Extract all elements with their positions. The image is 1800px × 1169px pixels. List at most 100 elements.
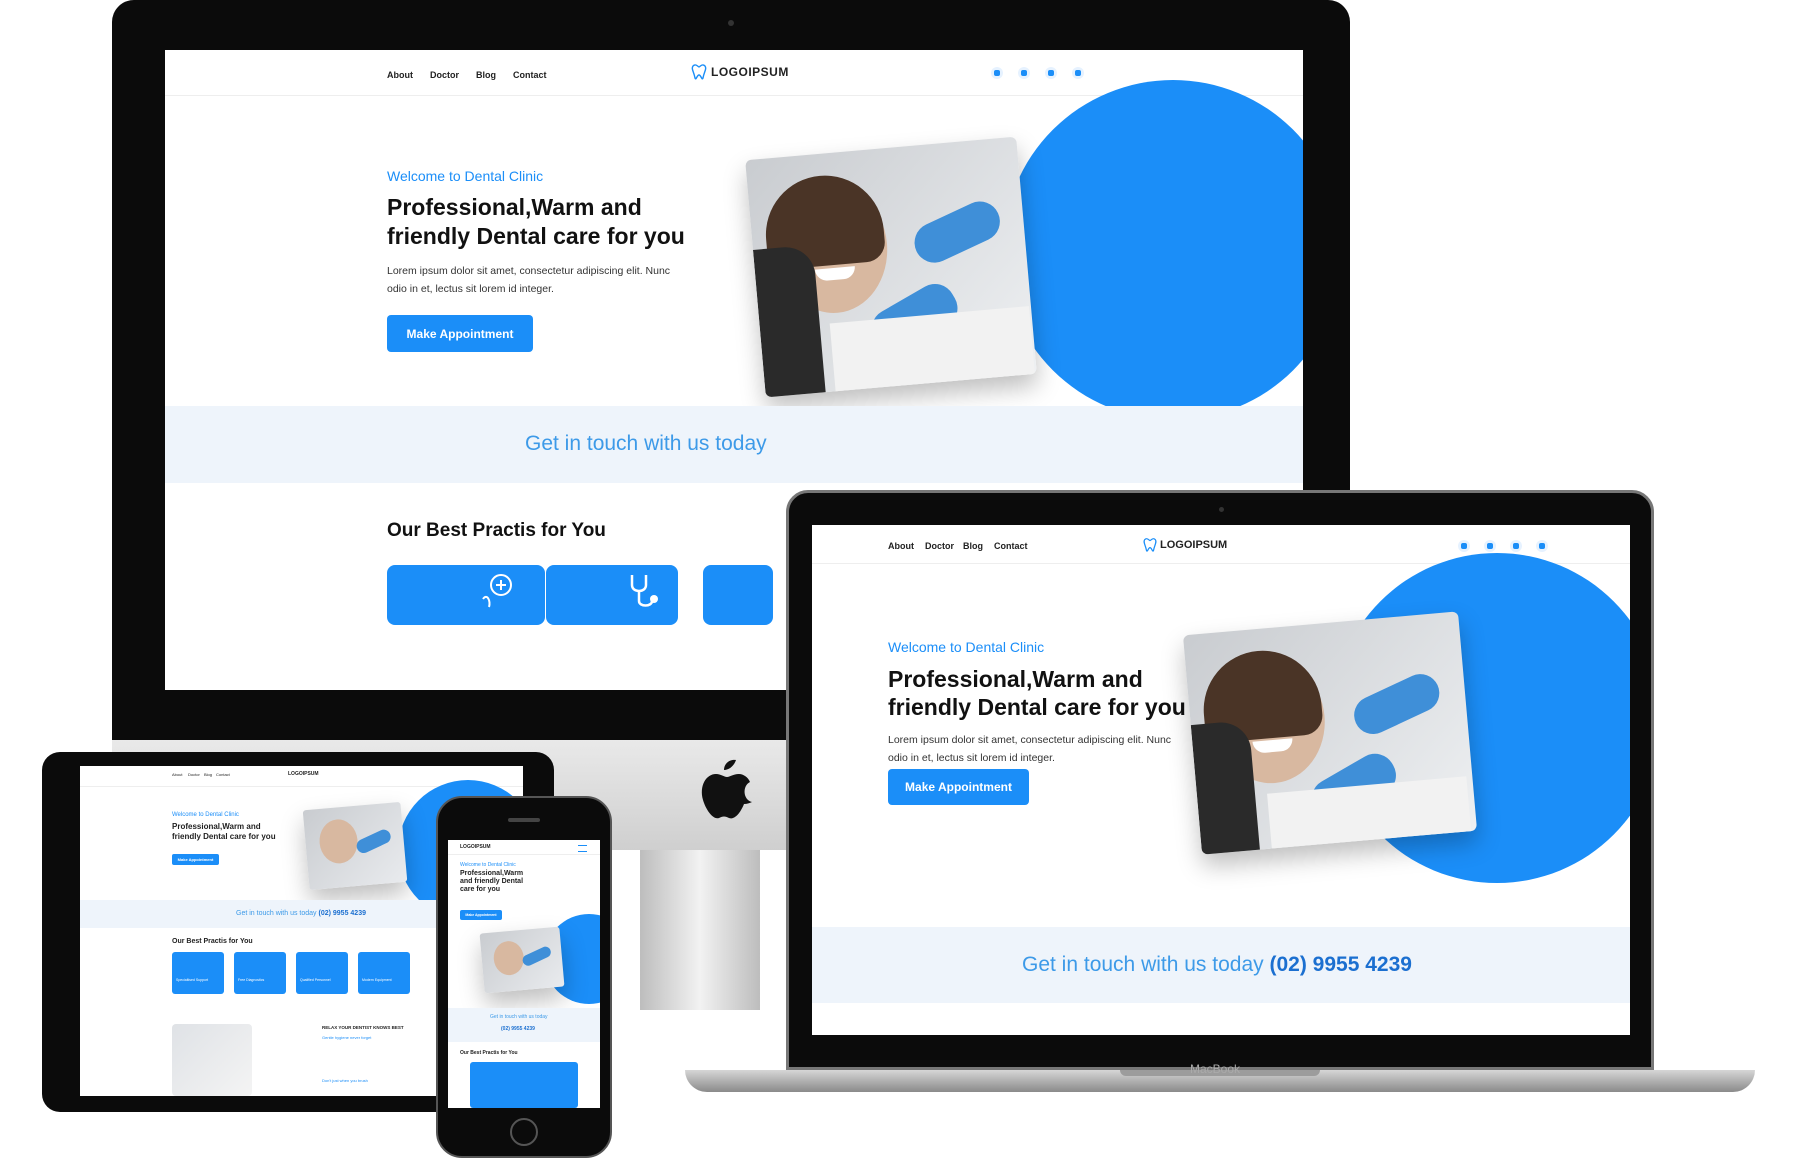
- laptop-logo-text[interactable]: LOGOIPSUM: [1160, 539, 1227, 551]
- tablet-hero-photo: [302, 801, 408, 891]
- practice-card-3[interactable]: [703, 565, 773, 625]
- phone-home-button[interactable]: [510, 1118, 538, 1146]
- tablet-relax-link-2[interactable]: Don't just when you brush: [322, 1078, 368, 1083]
- logo-text[interactable]: LOGOIPSUM: [711, 65, 789, 79]
- macbook-label: MacBook: [1190, 1062, 1241, 1076]
- make-appointment-button[interactable]: Make Appointment: [387, 315, 533, 352]
- tooth-icon: [691, 64, 707, 80]
- tablet-card-3-label: Qualified Personnel: [300, 978, 331, 982]
- menu-icon[interactable]: [578, 845, 587, 852]
- youtube-icon[interactable]: [1072, 67, 1084, 79]
- hero-photo: [745, 136, 1037, 398]
- tablet-hero-headline-1: Professional,Warm and: [172, 822, 261, 831]
- phone-make-appointment-button[interactable]: Make Appointment: [460, 910, 502, 920]
- laptop-hero-lead-1: Lorem ipsum dolor sit amet, consectetur …: [888, 734, 1172, 746]
- phone-device: LOGOIPSUM Welcome to Dental Clinic Profe…: [436, 796, 612, 1158]
- phone-contact-strip-text: Get in touch with us today: [490, 1014, 548, 1020]
- laptop-hero-photo: [1182, 611, 1478, 855]
- practice-card-1[interactable]: [387, 565, 545, 625]
- tablet-practice-card-3[interactable]: Qualified Personnel: [296, 952, 348, 994]
- laptop-instagram-icon[interactable]: [1458, 540, 1470, 552]
- macbook-screen: About Doctor Blog Contact LOGOIPSUM Welc…: [812, 525, 1630, 1035]
- tablet-relax-photo: [172, 1024, 252, 1096]
- laptop-youtube-icon[interactable]: [1536, 540, 1548, 552]
- imac-camera: [728, 20, 734, 26]
- tablet-relax-heading: RELAX YOUR DENTIST KNOWS BEST: [322, 1025, 404, 1030]
- facebook-icon[interactable]: [1018, 67, 1030, 79]
- tablet-patient-head: [317, 817, 360, 865]
- laptop-contact-strip: Get in touch with us today (02) 9955 423…: [812, 927, 1630, 1003]
- tablet-nav-blog[interactable]: Blog: [204, 772, 212, 777]
- tablet-practice-card-4[interactable]: Modern Equipment: [358, 952, 410, 994]
- tablet-nav-doctor[interactable]: Doctor: [188, 772, 200, 777]
- nav-about[interactable]: About: [387, 70, 413, 80]
- macbook-device: About Doctor Blog Contact LOGOIPSUM Welc…: [786, 490, 1654, 1070]
- hero-blue-shape: [1003, 80, 1303, 420]
- patient-bib: [829, 306, 1036, 394]
- laptop-nav-doctor[interactable]: Doctor: [925, 541, 954, 551]
- hero-headline-2: friendly Dental care for you: [387, 223, 685, 249]
- hero-lead-1: Lorem ipsum dolor sit amet, consectetur …: [387, 265, 671, 277]
- tablet-card-4-label: Modern Equipment: [362, 978, 392, 982]
- tablet-contact-strip-text: Get in touch with us today: [236, 910, 317, 917]
- tablet-contact-phone[interactable]: (02) 9955 4239: [319, 910, 366, 917]
- tablet-contact-strip-line: Get in touch with us today (02) 9955 423…: [236, 910, 366, 917]
- laptop-contact-strip-line: Get in touch with us today (02) 9955 423…: [1022, 953, 1412, 977]
- phone-practice-card[interactable]: [470, 1062, 578, 1108]
- phone-speaker: [508, 818, 540, 822]
- tablet-card-2-label: Free Diagnostics: [238, 978, 265, 982]
- phone-hero-headline-3: care for you: [460, 886, 501, 893]
- laptop-hero-headline-1: Professional,Warm and: [888, 666, 1143, 692]
- phone-contact-phone[interactable]: (02) 9955 4239: [501, 1026, 535, 1032]
- phone-contact-strip: Get in touch with us today (02) 9955 423…: [448, 1008, 600, 1042]
- nav-contact[interactable]: Contact: [513, 70, 547, 80]
- tablet-card-1-label: Specialtised Support: [176, 978, 209, 982]
- tablet-practice-title: Our Best Practis for You: [172, 938, 253, 945]
- phone-hero-headline-2: and friendly Dental: [460, 878, 524, 885]
- tablet-hero-headline-2: friendly Dental care for you: [172, 832, 276, 841]
- laptop-hero-lead-2: odio in et, lectus sit lorem id integer.: [888, 752, 1055, 764]
- stethoscope-icon: [630, 575, 658, 607]
- laptop-nav-blog[interactable]: Blog: [963, 541, 983, 551]
- phone-patient-head: [492, 939, 526, 977]
- practice-card-2[interactable]: [546, 565, 678, 625]
- tooth-plus-icon: [482, 574, 512, 608]
- tablet-nav-contact[interactable]: Contact: [216, 772, 230, 777]
- macbook-camera: [1219, 507, 1224, 512]
- phone-hero-welcome: Welcome to Dental Clinic: [460, 862, 516, 868]
- hero-headline-1: Professional,Warm and: [387, 194, 642, 220]
- practice-title: Our Best Practis for You: [387, 520, 606, 541]
- hero-lead-2: odio in et, lectus sit lorem id integer.: [387, 283, 554, 295]
- contact-strip-text: Get in touch with us today: [525, 432, 767, 455]
- tablet-practice-card-2[interactable]: Free Diagnostics: [234, 952, 286, 994]
- laptop-contact-phone[interactable]: (02) 9955 4239: [1269, 953, 1411, 976]
- imac-stand: [640, 850, 760, 1010]
- laptop-tooth-icon: [1143, 538, 1157, 552]
- nav-blog[interactable]: Blog: [476, 70, 496, 80]
- tablet-practice-card-1[interactable]: Specialtised Support: [172, 952, 224, 994]
- laptop-nav-contact[interactable]: Contact: [994, 541, 1028, 551]
- nav-doctor[interactable]: Doctor: [430, 70, 459, 80]
- phone-header: LOGOIPSUM: [448, 840, 600, 855]
- tablet-hero-welcome: Welcome to Dental Clinic: [172, 812, 239, 818]
- laptop-twitter-icon[interactable]: [1510, 540, 1522, 552]
- phone-logo-text[interactable]: LOGOIPSUM: [460, 844, 491, 850]
- tablet-nav-about[interactable]: About: [172, 772, 182, 777]
- tablet-logo-text[interactable]: LOGOIPSUM: [288, 771, 319, 777]
- contact-strip: Get in touch with us today: [165, 406, 1303, 483]
- phone-practice-title: Our Best Practis for You: [460, 1050, 518, 1056]
- laptop-contact-strip-text: Get in touch with us today: [1022, 953, 1264, 976]
- phone-gloved-hand: [520, 944, 553, 968]
- laptop-hero-welcome: Welcome to Dental Clinic: [888, 639, 1045, 655]
- tablet-relax-link-1[interactable]: Gentle hygiene never forget: [322, 1035, 371, 1040]
- apple-logo-icon: [701, 759, 752, 819]
- hero-welcome: Welcome to Dental Clinic: [387, 168, 544, 184]
- laptop-facebook-icon[interactable]: [1484, 540, 1496, 552]
- tablet-make-appointment-button[interactable]: Make Appointment: [172, 854, 219, 865]
- twitter-icon[interactable]: [1045, 67, 1057, 79]
- instagram-icon[interactable]: [991, 67, 1003, 79]
- laptop-nav-about[interactable]: About: [888, 541, 914, 551]
- laptop-gloved-hand-1: [1347, 667, 1446, 741]
- laptop-hero-headline-2: friendly Dental care for you: [888, 694, 1186, 720]
- laptop-make-appointment-button[interactable]: Make Appointment: [888, 769, 1029, 805]
